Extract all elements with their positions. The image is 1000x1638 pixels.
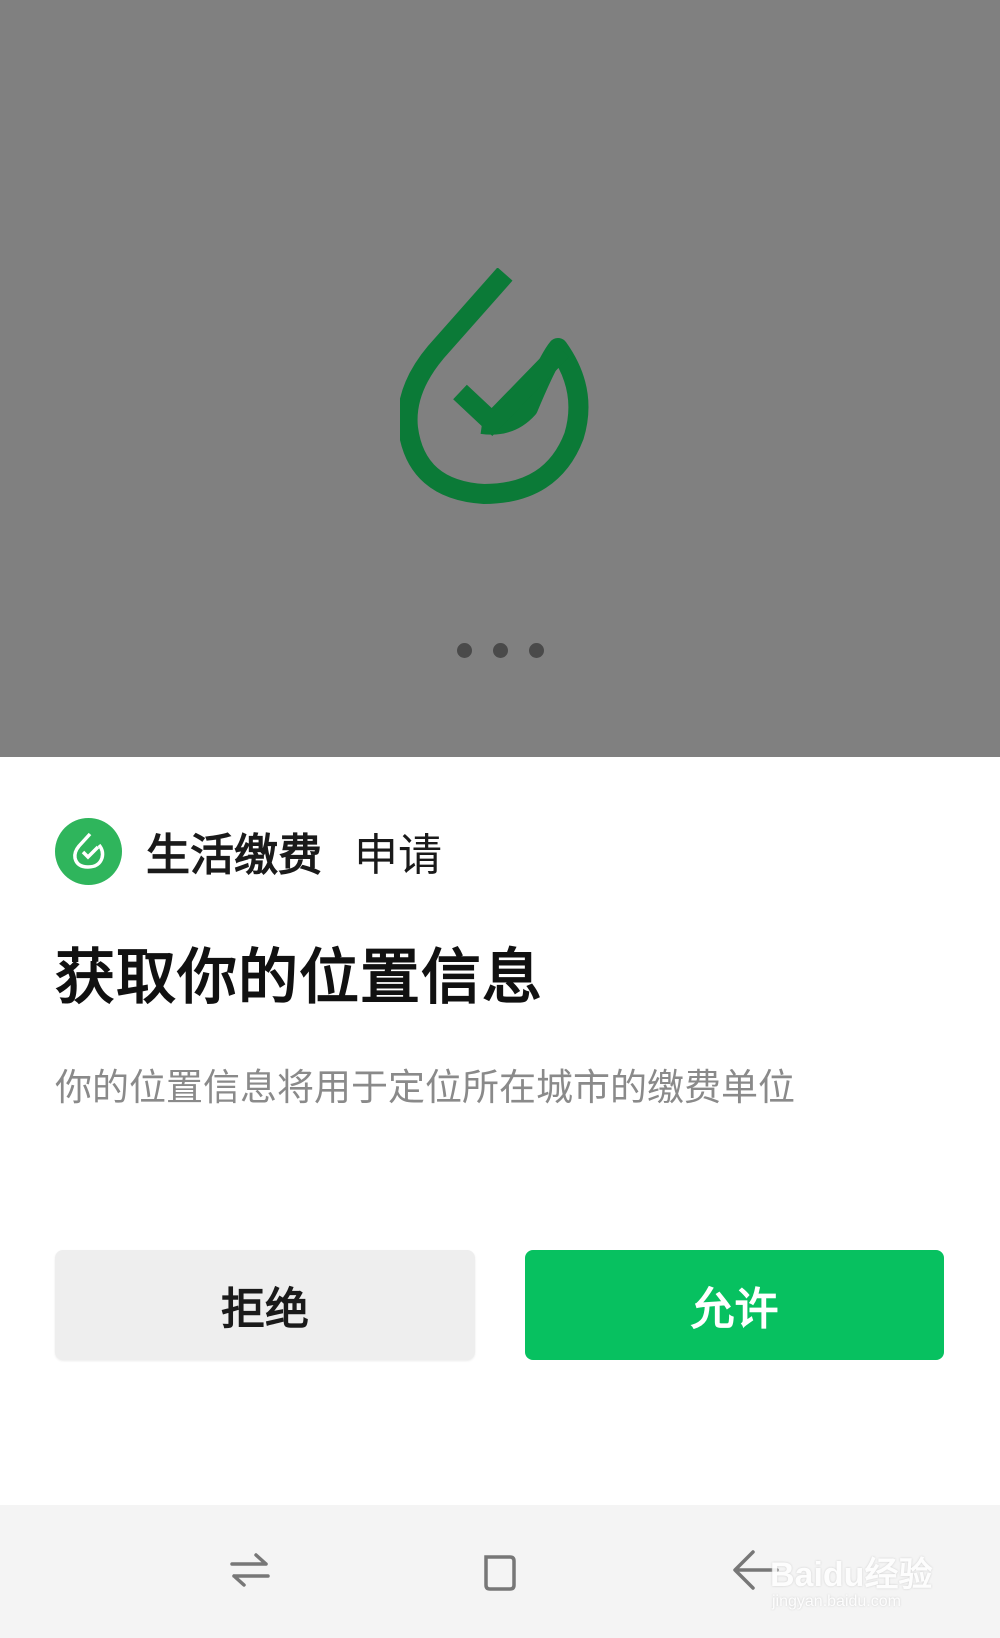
- deny-button[interactable]: 拒绝: [55, 1250, 475, 1360]
- loading-dot: [528, 643, 544, 658]
- app-name: 生活缴费: [146, 830, 322, 881]
- app-icon: [55, 817, 122, 885]
- dialog-title: 获取你的位置信息: [55, 943, 543, 1013]
- swap-arrows-icon: [230, 1553, 270, 1587]
- system-navbar: Baidu经验 jingyan.baidu.com: [0, 1505, 1000, 1638]
- request-label: 申请: [354, 830, 442, 881]
- splash-screen: [0, 0, 1000, 757]
- loading-dots: [0, 643, 1000, 659]
- dialog-description: 你的位置信息将用于定位所在城市的缴费单位: [55, 1066, 795, 1109]
- watermark-subtext: jingyan.baidu.com: [772, 1593, 901, 1610]
- square-icon: [484, 1555, 516, 1591]
- allow-button[interactable]: 允许: [525, 1250, 944, 1360]
- watermark-text: Baidu经验: [770, 1556, 933, 1594]
- water-drop-check-icon: [400, 268, 589, 504]
- baidu-watermark: Baidu经验 jingyan.baidu.com: [770, 1517, 970, 1617]
- permission-dialog: 生活缴费 申请 获取你的位置信息 你的位置信息将用于定位所在城市的缴费单位 拒绝…: [0, 757, 1000, 1505]
- loading-dot: [492, 643, 508, 658]
- recent-apps-button[interactable]: [215, 1535, 285, 1605]
- water-drop-check-icon: [72, 832, 104, 869]
- home-button[interactable]: [465, 1535, 535, 1605]
- app-header: 生活缴费 申请: [55, 817, 442, 885]
- loading-dot: [456, 643, 472, 658]
